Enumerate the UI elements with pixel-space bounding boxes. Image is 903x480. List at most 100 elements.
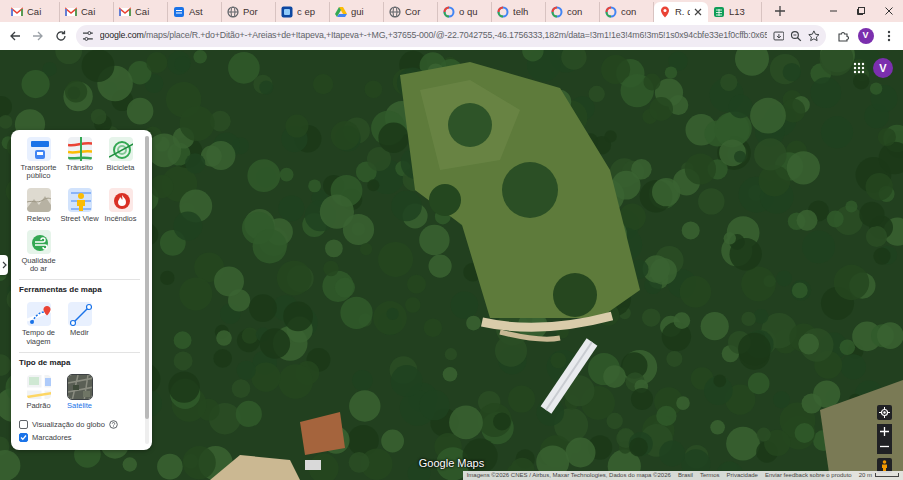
checkbox[interactable] xyxy=(19,433,28,442)
footer-link[interactable]: Termos xyxy=(700,472,720,479)
browser-tab[interactable]: Ast xyxy=(168,2,222,22)
drive-favicon-icon xyxy=(335,6,347,18)
window-control[interactable] xyxy=(847,0,875,22)
close-tab-icon[interactable] xyxy=(694,8,702,16)
browser-tab[interactable]: Cor xyxy=(384,2,438,22)
maps-favicon-icon xyxy=(659,6,671,18)
tab-list: CaiCaiCaiAstPorc epguiCoro qutelhconconR… xyxy=(6,2,762,22)
zoom-controls xyxy=(877,424,892,454)
map-type-option[interactable]: Padrão xyxy=(19,374,58,410)
window-control[interactable] xyxy=(819,0,847,22)
browser-tab[interactable]: c ep xyxy=(276,2,330,22)
browser-tab[interactable]: L13 xyxy=(708,2,762,22)
nav-button[interactable] xyxy=(4,25,25,47)
travel-icon xyxy=(27,302,52,327)
footer-link[interactable]: Privacidade xyxy=(727,472,758,479)
layer-option[interactable]: Transporte público xyxy=(19,136,58,181)
layer-option-tile[interactable] xyxy=(26,187,52,213)
google-favicon-icon xyxy=(497,6,509,18)
map-type-option[interactable]: Satélite xyxy=(60,374,99,410)
browser-tab[interactable]: gui xyxy=(330,2,384,22)
panel-scrollbar[interactable] xyxy=(145,136,149,444)
layer-option[interactable]: Bicicleta xyxy=(101,136,140,181)
layer-option[interactable]: Street View xyxy=(60,187,99,223)
browser-tab[interactable]: Por xyxy=(222,2,276,22)
browser-tab[interactable]: con xyxy=(600,2,654,22)
map-tool[interactable]: Medir xyxy=(60,301,99,346)
collapse-panel-tab[interactable] xyxy=(0,255,8,275)
scale-bar[interactable]: 20 m xyxy=(859,472,899,479)
footer-link[interactable]: Enviar feedback sobre o produto xyxy=(765,472,852,479)
footer-link[interactable]: Brasil xyxy=(678,472,693,479)
new-tab-button[interactable] xyxy=(770,6,790,16)
zoom-in-button[interactable] xyxy=(877,424,892,439)
nav-button[interactable] xyxy=(27,25,48,47)
open-app-icon[interactable] xyxy=(773,30,785,42)
browser-tab[interactable]: Cai xyxy=(60,2,114,22)
layer-option[interactable]: Incêndios xyxy=(101,187,140,223)
tab-label: con xyxy=(567,5,594,19)
map-type-option-tile[interactable] xyxy=(67,374,93,400)
map-tool-tile[interactable] xyxy=(67,301,93,327)
nav-button[interactable] xyxy=(50,25,71,47)
map-view[interactable]: V Transporte públicoTrânsitoBicicleta Rele… xyxy=(0,50,903,480)
forward-arrow-icon xyxy=(32,30,44,42)
browser-tab[interactable]: con xyxy=(546,2,600,22)
globe-favicon-icon xyxy=(389,6,401,18)
layer-option-tile[interactable] xyxy=(26,229,52,255)
checkbox[interactable] xyxy=(19,420,28,429)
zoom-magnifier-icon[interactable] xyxy=(790,30,802,42)
browser-tab[interactable]: o qu xyxy=(438,2,492,22)
my-location-button[interactable] xyxy=(877,405,892,420)
option-row[interactable]: Marcadores xyxy=(19,431,140,444)
browser-tab[interactable]: telh xyxy=(492,2,546,22)
address-bar[interactable]: google.com/maps/place/R.+do+Ditão+-+Arei… xyxy=(76,25,826,47)
layer-option-tile[interactable] xyxy=(108,136,134,162)
map-tool-label: Medir xyxy=(70,329,89,337)
profile-button[interactable]: V xyxy=(855,25,876,47)
scrollbar-thumb[interactable] xyxy=(145,136,149,419)
layer-option-tile[interactable] xyxy=(26,136,52,162)
tab-strip: CaiCaiCaiAstPorc epguiCoro qutelhconconR… xyxy=(0,0,903,22)
terrain-icon xyxy=(27,188,52,213)
help-circle-icon[interactable] xyxy=(109,420,118,429)
tab-label: c ep xyxy=(297,5,324,19)
layer-option-tile[interactable] xyxy=(67,136,93,162)
layer-option[interactable]: Qualidade do ar xyxy=(19,229,58,274)
scale-label: 20 m xyxy=(859,472,872,479)
browser-tab[interactable]: Cai xyxy=(6,2,60,22)
fire-icon xyxy=(109,188,134,213)
browser-tab[interactable]: Cai xyxy=(114,2,168,22)
window-control[interactable] xyxy=(875,0,903,22)
tab-label: Cai xyxy=(81,5,108,19)
layer-option-tile[interactable] xyxy=(67,187,93,213)
map-tool-tile[interactable] xyxy=(26,301,52,327)
extensions-button[interactable] xyxy=(832,25,853,47)
account-avatar[interactable]: V xyxy=(873,58,893,78)
zoom-out-button[interactable] xyxy=(877,439,892,454)
site-settings-icon[interactable] xyxy=(82,30,94,42)
browser-tab[interactable]: R. d xyxy=(654,2,708,22)
tab-label: L13 xyxy=(729,5,756,19)
layer-option[interactable]: Relevo xyxy=(19,187,58,223)
bike-icon xyxy=(109,137,134,162)
url-text[interactable]: google.com/maps/place/R.+do+Ditão+-+Arei… xyxy=(100,29,767,42)
layer-option[interactable]: Trânsito xyxy=(60,136,99,181)
plus-icon xyxy=(880,427,889,436)
map-tool[interactable]: Tempo de viagem xyxy=(19,301,58,346)
tab-label: o qu xyxy=(459,5,486,19)
browser-menu-button[interactable] xyxy=(878,25,899,47)
section-title: Tipo de mapa xyxy=(19,357,140,369)
map-tool-label: Tempo de viagem xyxy=(19,329,58,346)
profile-avatar[interactable]: V xyxy=(858,28,874,44)
layer-option-tile[interactable] xyxy=(108,187,134,213)
bookmark-star-icon[interactable] xyxy=(808,30,820,42)
google-apps-grid-icon[interactable] xyxy=(853,62,865,74)
map-type-option-tile[interactable] xyxy=(26,374,52,400)
pegman-icon xyxy=(880,460,889,471)
gmail-favicon-icon xyxy=(11,6,23,18)
layers-panel: Transporte públicoTrânsitoBicicleta Relev… xyxy=(11,130,152,450)
tools-grid: Tempo de viagem Medir xyxy=(19,301,140,346)
option-row[interactable]: Visualização do globo xyxy=(19,418,140,431)
traffic-icon xyxy=(68,137,93,162)
